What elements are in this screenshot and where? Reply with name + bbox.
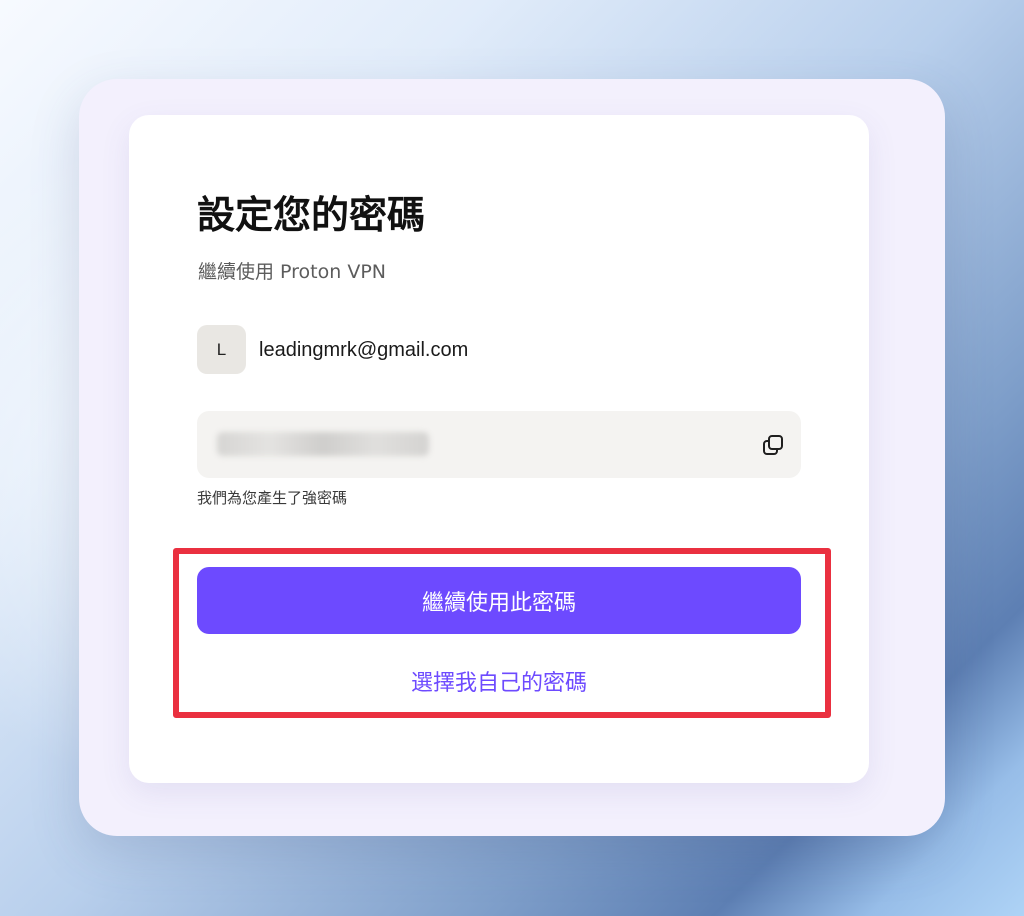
password-hint: 我們為您產生了強密碼 [197, 489, 348, 507]
avatar: L [197, 325, 246, 374]
page-title: 設定您的密碼 [197, 193, 426, 237]
choose-own-password-button[interactable]: 選擇我自己的密碼 [197, 659, 801, 703]
account-email: leadingmrk@gmail.com [259, 339, 469, 361]
copy-icon [763, 435, 783, 455]
page-subtitle: 繼續使用 Proton VPN [198, 261, 387, 283]
masked-password-value [217, 432, 429, 456]
generated-password-field[interactable] [197, 411, 801, 478]
copy-password-button[interactable] [758, 431, 788, 459]
use-this-password-button[interactable]: 繼續使用此密碼 [197, 567, 801, 634]
avatar-letter: L [216, 339, 227, 359]
